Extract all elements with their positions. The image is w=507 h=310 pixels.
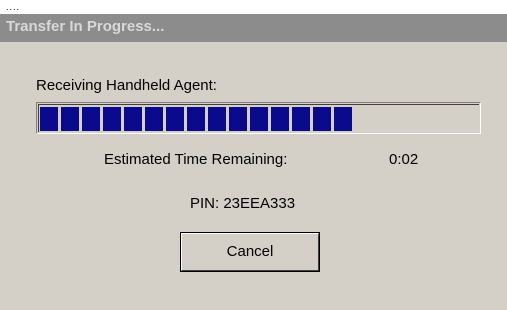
progress-chunk bbox=[292, 107, 310, 131]
ellipsis-icon: .... bbox=[6, 2, 21, 12]
progress-chunk bbox=[124, 107, 142, 131]
transfer-dialog: Transfer In Progress... Receiving Handhe… bbox=[0, 14, 507, 310]
progress-chunk bbox=[229, 107, 247, 131]
progress-chunk bbox=[166, 107, 184, 131]
progress-bar bbox=[36, 102, 481, 134]
progress-chunk bbox=[334, 107, 352, 131]
progress-chunk bbox=[82, 107, 100, 131]
pin-text: PIN: 23EEA333 bbox=[190, 195, 296, 212]
progress-chunk bbox=[187, 107, 205, 131]
estimated-time-value: 0:02 bbox=[389, 151, 419, 168]
progress-chunk bbox=[208, 107, 226, 131]
progress-chunk bbox=[313, 107, 331, 131]
dialog-title: Transfer In Progress... bbox=[6, 18, 165, 35]
estimated-time-label: Estimated Time Remaining: bbox=[104, 151, 288, 168]
progress-chunk bbox=[271, 107, 289, 131]
progress-chunk bbox=[40, 107, 58, 131]
progress-chunk bbox=[145, 107, 163, 131]
receiving-label: Receiving Handheld Agent: bbox=[36, 77, 217, 94]
progress-fill bbox=[40, 107, 352, 131]
progress-track bbox=[38, 104, 479, 132]
progress-chunk bbox=[103, 107, 121, 131]
progress-chunk bbox=[61, 107, 79, 131]
cancel-button[interactable]: Cancel bbox=[180, 232, 320, 272]
title-bar[interactable]: Transfer In Progress... bbox=[0, 14, 507, 42]
background-document-strip: .... bbox=[0, 0, 507, 14]
progress-chunk bbox=[250, 107, 268, 131]
